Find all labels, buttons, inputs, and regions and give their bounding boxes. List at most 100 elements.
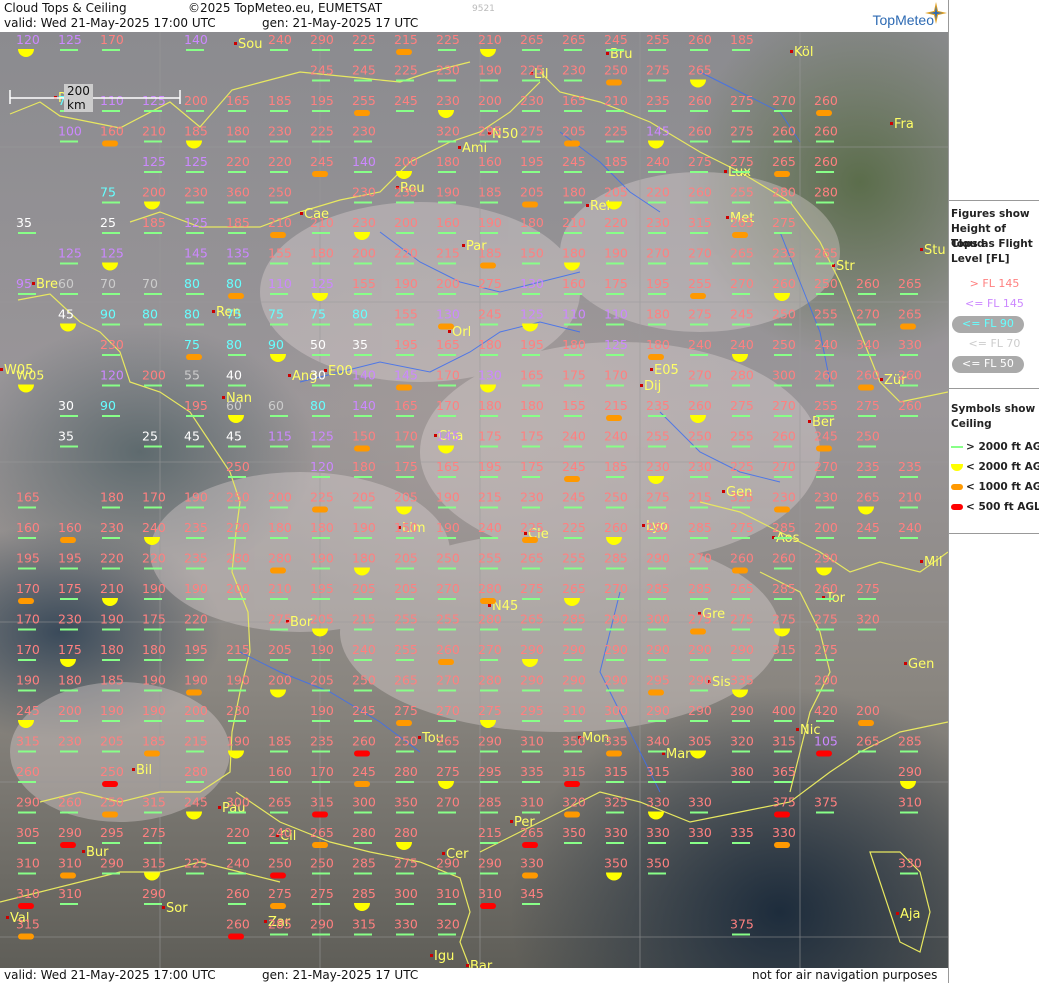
legend-separator	[949, 533, 1039, 534]
cloud-top-value: 250	[856, 429, 880, 444]
cloud-top-value: 205	[310, 612, 334, 627]
cloud-top-value: 200	[394, 154, 418, 169]
ceiling-below-1000-symbol	[774, 171, 790, 177]
cloud-top-value: 220	[226, 154, 250, 169]
header-bar: Cloud Tops & Ceiling ©2025 TopMeteo.eu, …	[0, 0, 948, 32]
cloud-top-value: 175	[58, 642, 82, 657]
cloud-top-value: 265	[520, 825, 544, 840]
cloud-top-value: 185	[604, 459, 628, 474]
cloud-top-value: 240	[814, 337, 838, 352]
cloud-top-value: 275	[436, 764, 460, 779]
ceiling-below-2000-symbol	[18, 49, 34, 57]
cloud-top-value: 270	[772, 459, 796, 474]
cloud-top-value: 210	[478, 32, 502, 47]
cloud-top-value: 150	[520, 246, 544, 261]
cloud-top-value: 280	[394, 764, 418, 779]
satellite-map[interactable]: SouBruKölLilPlyAmiN50FraLuxRouCaeReiMetP…	[0, 32, 948, 968]
cloud-top-value: 185	[142, 215, 166, 230]
cloud-top-value: 165	[436, 337, 460, 352]
legend-level-gt145: > FL 145	[969, 277, 1020, 290]
cloud-top-value: 340	[646, 734, 670, 749]
cloud-top-value: 265	[562, 581, 586, 596]
cloud-top-value: 120	[310, 459, 334, 474]
cloud-top-value: 165	[520, 368, 544, 383]
legend-symbol-label: < 1000 ft AGL	[966, 481, 1039, 493]
cloud-top-value: 165	[562, 93, 586, 108]
cloud-top-value: 55	[184, 368, 200, 383]
cloud-top-value: 250	[604, 63, 628, 78]
cloud-top-value: 110	[604, 307, 628, 322]
cloud-top-value: 230	[520, 490, 544, 505]
cloud-top-value: 265	[394, 673, 418, 688]
scale-label: 200 km	[64, 84, 93, 112]
ceiling-below-1000-symbol	[312, 842, 328, 848]
cloud-top-value: 285	[268, 917, 292, 932]
cloud-top-value: 230	[100, 520, 124, 535]
cloud-top-value: 255	[352, 93, 376, 108]
cloud-top-value: 275	[772, 612, 796, 627]
cloud-top-value: 165	[436, 459, 460, 474]
cloud-top-value: 290	[436, 856, 460, 871]
cloud-top-value: 190	[16, 673, 40, 688]
cloud-top-value: 35	[58, 429, 74, 444]
cloud-top-value: 170	[436, 368, 460, 383]
cloud-top-value: 305	[688, 734, 712, 749]
city-label: Köl	[794, 45, 813, 60]
cloud-top-value: 265	[520, 32, 544, 47]
cloud-top-value: 275	[730, 154, 754, 169]
cloud-top-value: 180	[478, 398, 502, 413]
ceiling-below-2000-symbol	[732, 354, 748, 362]
cloud-top-value: 230	[352, 124, 376, 139]
cloud-top-value: 265	[310, 825, 334, 840]
cloud-top-value: 280	[394, 825, 418, 840]
cloud-top-value: 195	[394, 337, 418, 352]
cloud-top-value: 285	[688, 520, 712, 535]
cloud-top-value: 215	[604, 398, 628, 413]
ceiling-below-1000-symbol	[396, 384, 413, 391]
cloud-top-value: 275	[856, 398, 880, 413]
city-marker	[0, 368, 3, 371]
cloud-top-value: 220	[394, 246, 418, 261]
cloud-top-value: 250	[394, 734, 418, 749]
city-marker	[920, 560, 923, 563]
cloud-top-value: 225	[394, 63, 418, 78]
cloud-top-value: 265	[520, 612, 544, 627]
ceiling-below-1000-symbol	[60, 872, 76, 879]
ceiling-below-1000-symbol	[186, 354, 202, 360]
cloud-top-value: 255	[730, 429, 754, 444]
cloud-top-value: 295	[520, 703, 544, 718]
cloud-top-value: 290	[562, 642, 586, 657]
cloud-top-value: 200	[226, 581, 250, 596]
ceiling-below-1000-symbol	[396, 720, 412, 726]
legend-symbol-lt2000: < 2000 ft AGL	[951, 461, 1039, 473]
cloud-top-value: 220	[226, 825, 250, 840]
ceiling-below-1000-symbol	[102, 140, 119, 147]
cloud-top-value: 240	[688, 337, 712, 352]
cloud-top-value: 290	[478, 734, 502, 749]
cloud-top-value: 170	[310, 764, 334, 779]
ceiling-below-1000-symbol	[690, 628, 706, 635]
cloud-top-value: 225	[730, 459, 754, 474]
cloud-top-value: 210	[898, 490, 922, 505]
cloud-top-value: 275	[730, 398, 754, 413]
footer-valid-time: valid: Wed 21-May-2025 17:00 UTC	[4, 968, 216, 982]
cloud-top-value: 295	[478, 764, 502, 779]
cloud-top-value: 115	[268, 429, 292, 444]
cloud-top-value: 275	[772, 215, 796, 230]
cloud-top-value: 120	[100, 368, 124, 383]
city-label: Sou	[238, 37, 262, 52]
cloud-top-value: 330	[688, 795, 712, 810]
city-marker	[218, 806, 221, 809]
cloud-top-value: 195	[16, 551, 40, 566]
compass-star-icon	[925, 2, 947, 24]
cloud-top-value: 195	[58, 551, 82, 566]
cloud-top-value: 290	[520, 642, 544, 657]
cloud-top-value: 200	[142, 368, 166, 383]
cloud-top-value: 180	[352, 459, 376, 474]
cloud-top-value: 130	[436, 307, 460, 322]
ceiling-below-1000-symbol	[18, 598, 34, 604]
cloud-top-value: 315	[772, 734, 796, 749]
ceiling-below-1000-symbol	[270, 232, 286, 238]
cloud-top-value: 250	[226, 459, 250, 474]
ceiling-below-2000-symbol	[186, 811, 202, 820]
